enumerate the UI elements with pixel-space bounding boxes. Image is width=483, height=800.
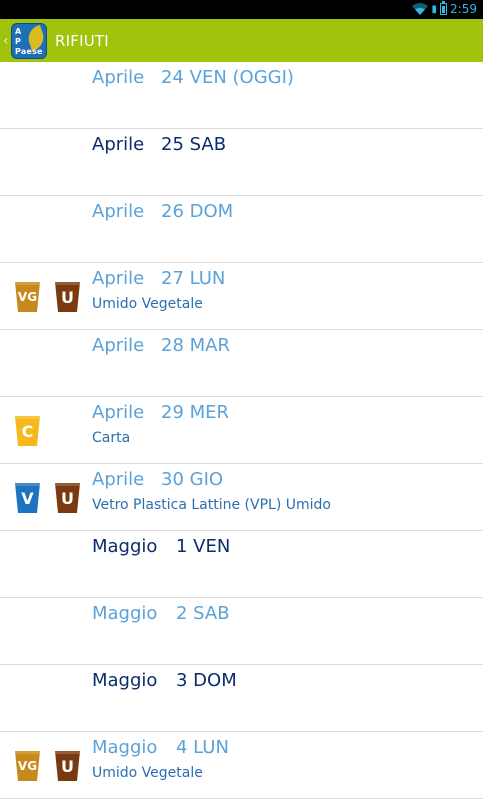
day-label: 28 MAR: [161, 335, 230, 356]
bin-umido-icon: U: [55, 282, 80, 312]
bin-umido-icon: U: [55, 483, 80, 513]
battery-icon: [440, 3, 447, 15]
bin-lid: [55, 751, 80, 754]
month-label: Maggio: [92, 670, 158, 691]
day-label: 24 VEN (OGGI): [161, 67, 294, 88]
day-label: 29 MER: [161, 402, 230, 423]
bin-umido-icon: U: [55, 751, 80, 781]
collection-description: Umido Vegetale: [92, 765, 203, 781]
bin-lid: [15, 416, 40, 419]
list-item[interactable]: Aprile 30 GIO Vetro Plastica Lattine (VPL)…: [0, 464, 483, 531]
month-label: Aprile: [92, 335, 145, 356]
collection-description: Vetro Plastica Lattine (VPL) Umido: [92, 497, 331, 513]
bin-lid: [55, 282, 80, 285]
bin-lid: [15, 483, 40, 486]
list-item[interactable]: Aprile 28 MAR: [0, 330, 483, 397]
bin-letter: VG: [17, 759, 38, 773]
wifi-icon: [412, 3, 428, 15]
logo-letter-p: P: [15, 36, 21, 46]
clock: 2:59: [450, 2, 477, 16]
day-label: 27 LUN: [161, 268, 226, 289]
bin-vegetale-icon: VG: [15, 282, 40, 312]
day-label: 3 DOM: [176, 670, 237, 691]
list-item[interactable]: Aprile 27 LUN Umido Vegetale VG U: [0, 263, 483, 330]
day-label: 2 SAB: [176, 603, 230, 624]
month-label: Maggio: [92, 603, 158, 624]
day-label: 30 GIO: [161, 469, 224, 490]
month-label: Aprile: [92, 469, 145, 490]
day-label: 1 VEN: [176, 536, 231, 557]
signal-icon: ▮: [431, 4, 437, 15]
collection-description: Umido Vegetale: [92, 296, 203, 312]
month-label: Aprile: [92, 134, 145, 155]
bin-vegetale-icon: VG: [15, 751, 40, 781]
logo-letter-a: A: [15, 26, 22, 36]
action-bar: ‹ A P Paese RIFIUTI: [0, 19, 483, 62]
month-label: Aprile: [92, 268, 145, 289]
list-item[interactable]: Aprile 24 VEN (OGGI): [0, 62, 483, 129]
list-item[interactable]: Maggio 1 VEN: [0, 531, 483, 598]
bin-letter: VG: [17, 290, 38, 304]
bin-lid: [15, 282, 40, 285]
day-label: 25 SAB: [161, 134, 227, 155]
day-label: 26 DOM: [161, 201, 234, 222]
list-item[interactable]: Aprile 26 DOM: [0, 196, 483, 263]
month-label: Maggio: [92, 536, 158, 557]
bin-letter: C: [21, 421, 34, 441]
bin-vetro-icon: V: [15, 483, 40, 513]
month-label: Aprile: [92, 67, 145, 88]
page-title: RIFIUTI: [55, 31, 109, 50]
bin-letter: U: [61, 488, 74, 508]
month-label: Aprile: [92, 201, 145, 222]
bin-carta-icon: C: [15, 416, 40, 446]
bin-letter: V: [21, 488, 34, 508]
month-label: Maggio: [92, 737, 158, 758]
back-chevron-icon[interactable]: ‹: [3, 33, 11, 49]
logo-text: Paese: [15, 46, 43, 56]
list-item[interactable]: Maggio 3 DOM: [0, 665, 483, 732]
list-item[interactable]: Aprile 29 MER Carta C: [0, 397, 483, 464]
bin-lid: [55, 483, 80, 486]
bin-letter: U: [61, 756, 74, 776]
month-label: Aprile: [92, 402, 145, 423]
list-item[interactable]: Maggio 2 SAB: [0, 598, 483, 665]
calendar-list: Aprile 24 VEN (OGGI) Aprile 25 SAB Aprile 26 …: [0, 62, 483, 799]
list-item[interactable]: Maggio 4 LUN Umido Vegetale VG U: [0, 732, 483, 799]
app-logo[interactable]: A P Paese: [11, 22, 47, 59]
day-label: 4 LUN: [176, 737, 229, 758]
collection-description: Carta: [92, 430, 131, 446]
list-item[interactable]: Aprile 25 SAB: [0, 129, 483, 196]
bin-letter: U: [61, 287, 74, 307]
bin-lid: [15, 751, 40, 754]
status-bar: ▮ 2:59: [0, 0, 483, 19]
